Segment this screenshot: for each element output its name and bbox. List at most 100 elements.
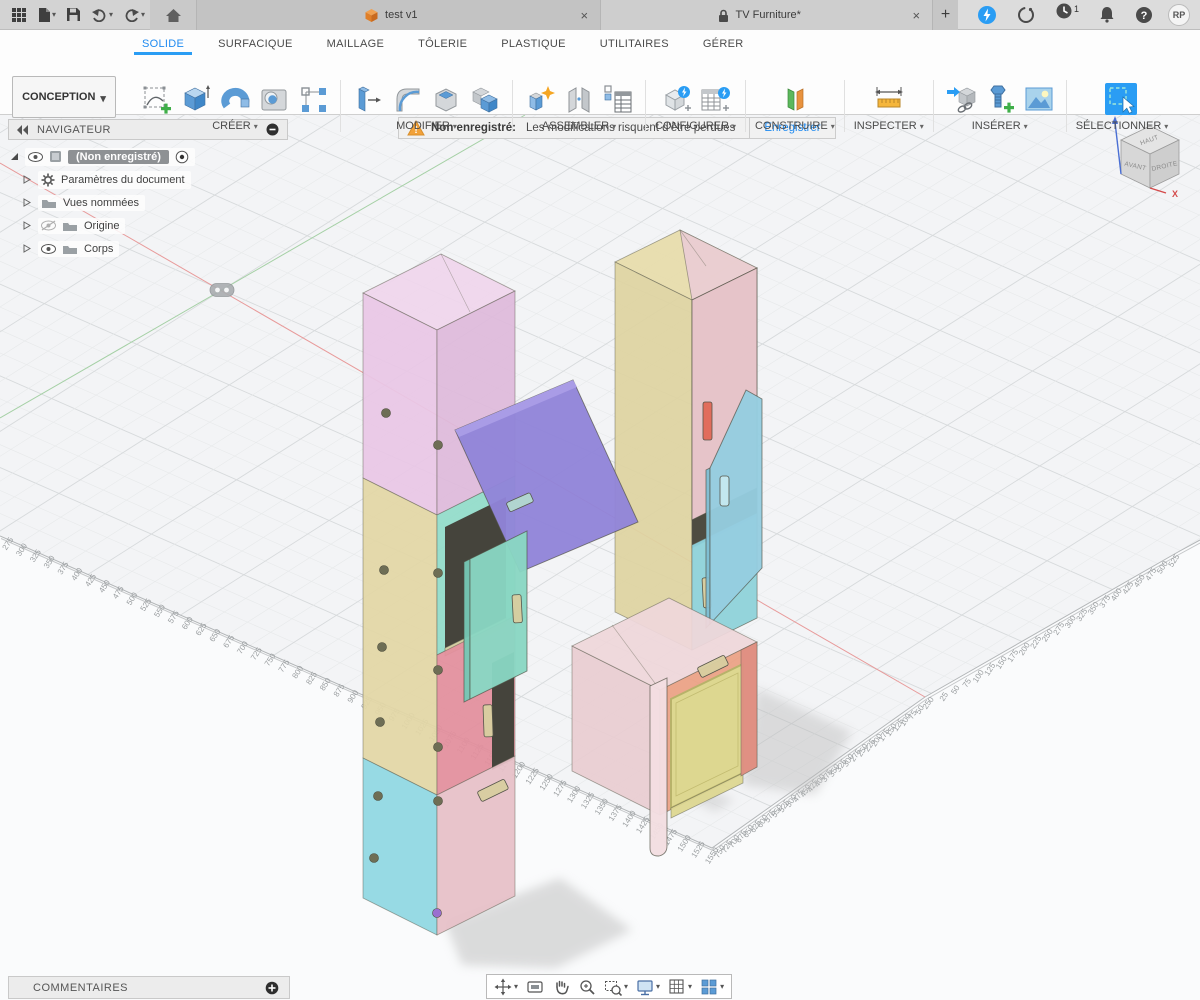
comments-panel[interactable]: COMMENTAIRES [8,976,290,999]
app-menu-button[interactable] [6,2,32,28]
hole-icon [259,84,289,114]
help-button[interactable]: ? [1130,2,1158,28]
tree-row-bodies[interactable]: Corps [8,237,288,260]
tab-utilitaires[interactable]: UTILITAIRES [598,35,671,53]
expand-icon[interactable] [21,198,33,207]
extensions-button[interactable] [972,2,1002,28]
look-at-tool[interactable] [523,976,547,998]
save-button[interactable] [61,2,86,28]
left-tan-side-panel[interactable] [363,478,437,795]
group-dropdown-configurer[interactable]: CONFIGURER ▾ [655,120,736,132]
origin-joint-icon[interactable] [210,284,234,297]
tree-row-document-settings[interactable]: Paramètres du document [8,168,288,191]
shell-button[interactable] [428,81,464,117]
eye-icon[interactable] [41,244,56,254]
base-open-door-edge[interactable] [650,678,667,856]
group-dropdown-inserer[interactable]: INSÉRER ▾ [972,120,1028,132]
viewports-tool[interactable]: ▾ [697,976,727,998]
right-top-door-handle[interactable] [703,402,712,440]
tab-surfacique[interactable]: SURFACIQUE [216,35,295,53]
insert-derive-icon [946,84,976,114]
expand-icon[interactable] [21,175,33,184]
insert-canvas-button[interactable] [1021,81,1057,117]
left-teal-door-handle[interactable] [512,595,522,623]
left-teal-door-edge[interactable] [464,559,470,702]
expand-icon[interactable] [8,152,20,161]
new-component-button[interactable] [522,81,558,117]
eye-icon[interactable] [28,152,43,162]
new-tab-button[interactable]: + [932,0,958,30]
construction-plane-button[interactable] [777,81,813,117]
home-button[interactable] [150,0,196,30]
zoom-window-icon [604,978,622,996]
revolve-button[interactable] [217,81,253,117]
job-status-button[interactable] [1012,2,1040,28]
group-dropdown-selectionner[interactable]: SÉLECTIONNER ▾ [1076,120,1169,132]
zoom-tool[interactable] [575,976,599,998]
purple-screw[interactable] [433,909,442,918]
insert-fastener-button[interactable] [982,81,1018,117]
expand-icon[interactable] [21,221,33,230]
rectangular-pattern-button[interactable] [295,81,331,117]
active-component-radio-icon[interactable] [175,150,189,164]
group-dropdown-creer[interactable]: CRÉER ▾ [212,120,258,132]
press-pull-button[interactable] [350,81,386,117]
configuration-table-button[interactable] [697,81,733,117]
tab-plastique[interactable]: PLASTIQUE [499,35,567,53]
expand-icon[interactable] [21,244,33,253]
extrude-button[interactable] [178,81,214,117]
group-dropdown-assembler[interactable]: ASSEMBLER ▾ [542,120,616,132]
left-pink-cabinet-left-face[interactable] [363,293,437,515]
document-tab-tv-furniture[interactable]: TV Furniture* × [600,0,932,30]
add-comment-icon[interactable] [265,981,279,995]
tab-solide[interactable]: SOLIDE [140,35,186,53]
tab-tolerie[interactable]: TÔLERIE [416,35,469,53]
bom-list-button[interactable] [600,81,636,117]
select-button[interactable] [1100,80,1144,118]
canvas-image-icon [1024,84,1054,114]
eye-off-icon[interactable] [41,220,56,231]
hole-button[interactable] [256,81,292,117]
left-red-handle[interactable] [483,705,493,737]
file-menu-button[interactable]: ▾ [32,2,61,28]
tab-maillage[interactable]: MAILLAGE [325,35,386,53]
create-sketch-button[interactable] [139,81,175,117]
zoom-window-tool[interactable]: ▾ [601,976,631,998]
insert-derive-button[interactable] [943,81,979,117]
group-dropdown-construire[interactable]: CONSTRUIRE ▾ [755,120,835,132]
joint-button[interactable] [561,81,597,117]
display-settings-tool[interactable]: ▾ [633,976,663,998]
document-root-icon [49,150,62,163]
conception-dropdown[interactable]: CONCEPTION ▾ [12,76,116,118]
notifications-button[interactable] [1094,2,1120,28]
grid-display-tool[interactable]: ▾ [665,976,695,998]
tree-row-root[interactable]: (Non enregistré) [8,145,288,168]
lock-icon [717,8,730,23]
tab-gerer[interactable]: GÉRER [701,35,746,53]
pan-tool[interactable] [549,976,573,998]
close-tab-icon[interactable]: × [908,8,924,23]
close-tab-icon[interactable]: × [576,8,592,23]
base-red-strip[interactable] [741,642,757,776]
caret-down-icon: ▾ [624,982,628,991]
configure-button[interactable] [658,81,694,117]
orbit-tool[interactable]: ▾ [491,976,521,998]
group-dropdown-modifier[interactable]: MODIFIER ▾ [396,120,457,132]
redo-button[interactable]: ▾ [118,2,150,28]
combine-button[interactable] [467,81,503,117]
right-column-left-face[interactable] [615,262,692,650]
group-dropdown-inspecter[interactable]: INSPECTER ▾ [854,120,924,132]
right-blue-door-edge[interactable] [706,468,710,628]
measure-button[interactable] [871,81,907,117]
tree-row-origin[interactable]: Origine [8,214,288,237]
document-tab-test-v1[interactable]: test v1 × [196,0,600,30]
undo-button[interactable]: ▾ [86,2,118,28]
collapse-left-icon[interactable] [17,125,29,135]
tree-row-named-views[interactable]: Vues nommées [8,191,288,214]
user-avatar[interactable]: RP [1168,4,1190,26]
task-queue-button[interactable]: 1 [1050,2,1084,28]
right-blue-door-handle[interactable] [720,476,729,506]
undo-icon [91,7,108,22]
fillet-button[interactable] [389,81,425,117]
root-document-label[interactable]: (Non enregistré) [68,150,169,164]
